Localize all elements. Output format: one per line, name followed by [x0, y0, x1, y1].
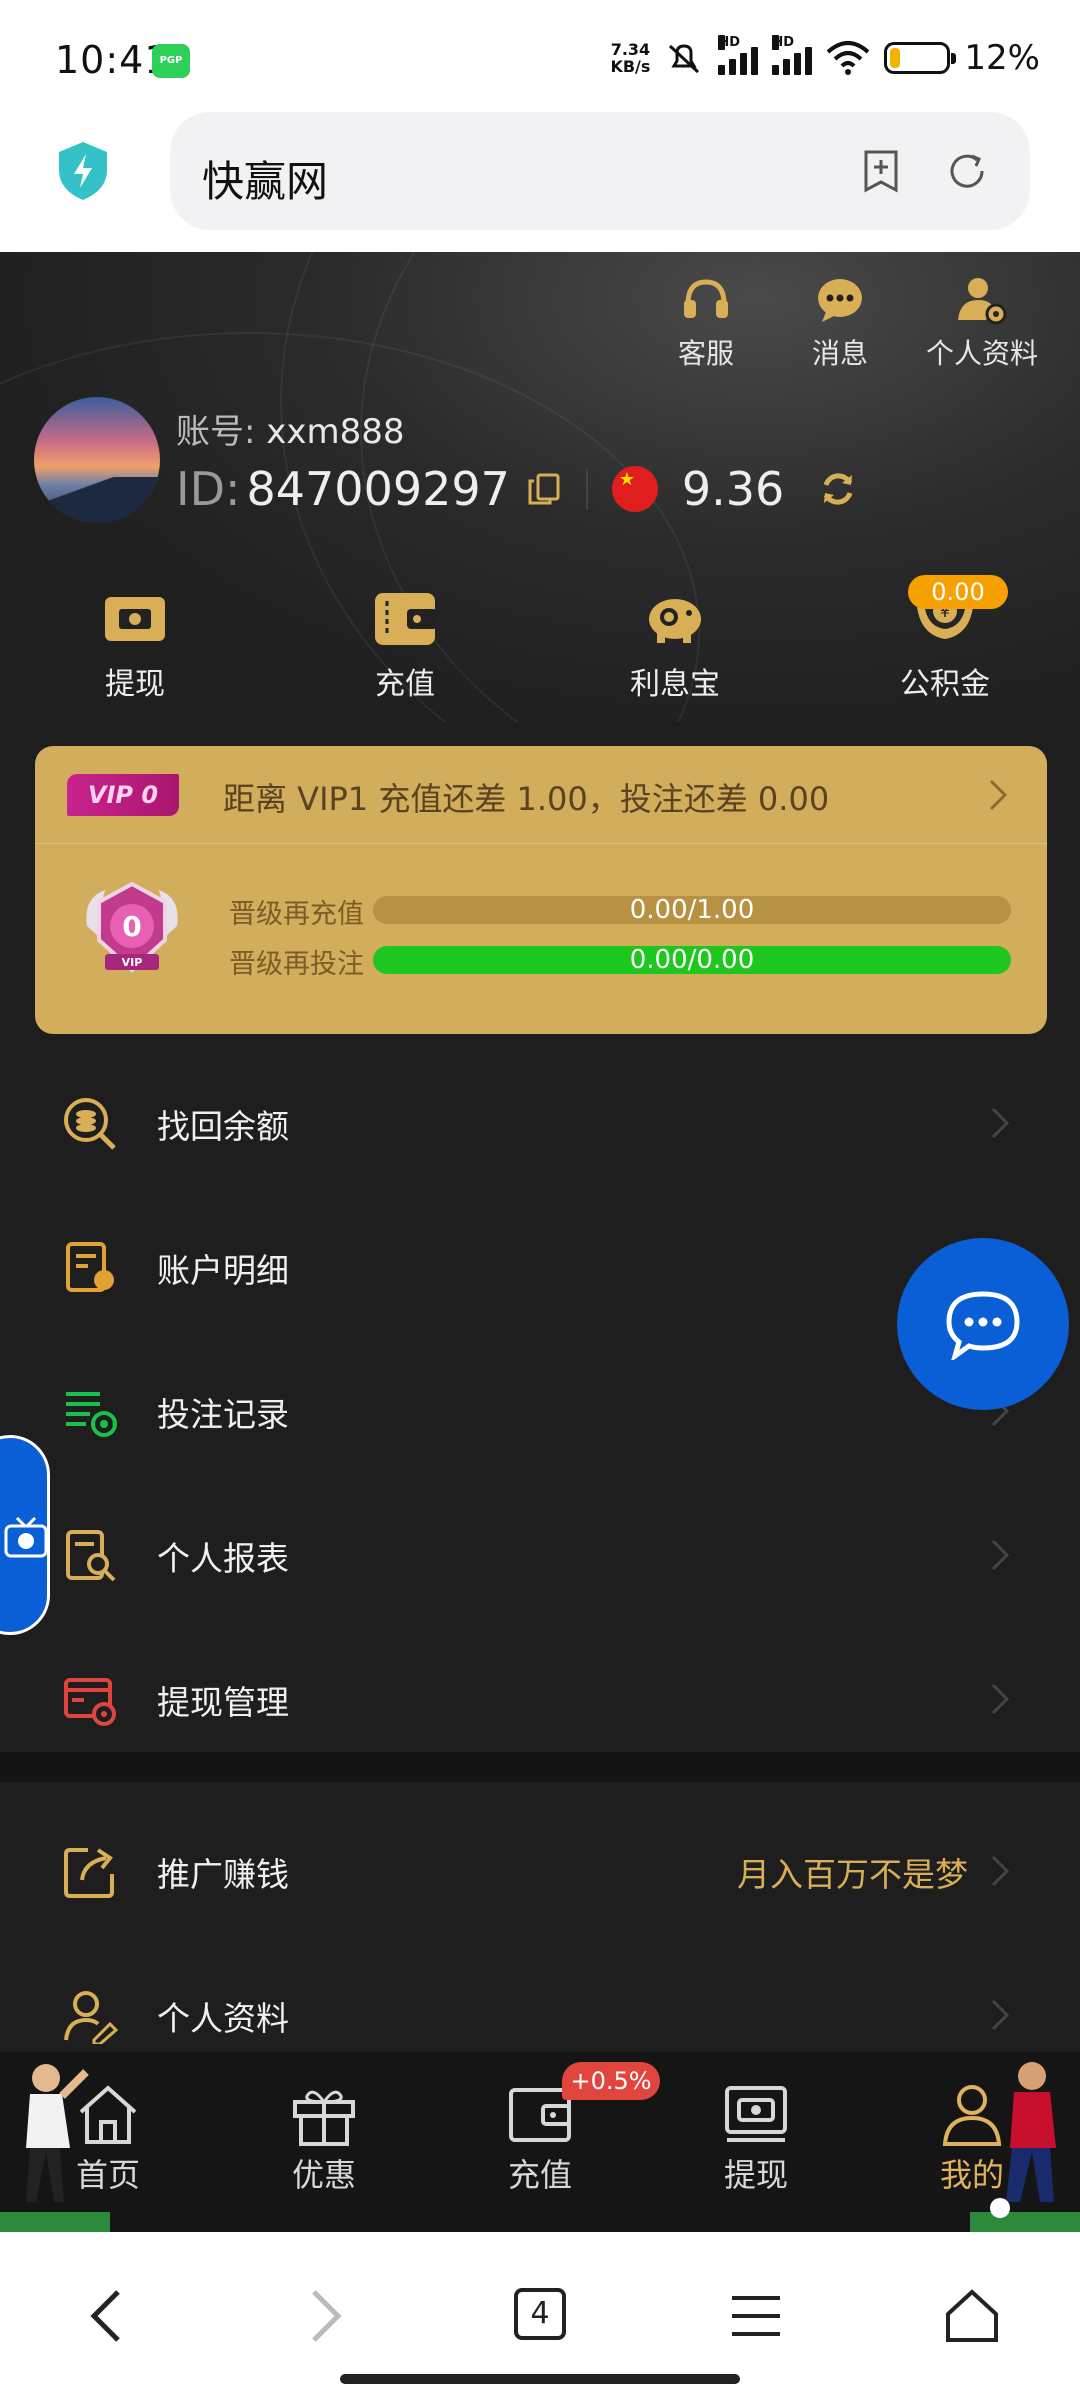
- vip-level-tag: VIP 0: [67, 774, 179, 816]
- balance-amount: 9.36: [681, 462, 785, 516]
- wallet-icon: [375, 593, 437, 645]
- back-arrow-icon[interactable]: [86, 2288, 126, 2344]
- bet-progress-text: 0.00/0.00: [629, 946, 755, 974]
- signal-icon-2: HD: [772, 35, 813, 75]
- url-title: 快赢网: [202, 157, 329, 206]
- profile-header: 客服 消息 个人资料 账号: xxm888 ID: 847009297 ★ 9.…: [0, 252, 1080, 722]
- vip-summary-row[interactable]: VIP 0 距离 VIP1 充值还差 1.00，投注还差 0.00: [35, 746, 1047, 844]
- app-notification-badge: PGP: [152, 44, 190, 78]
- report-search-icon: [66, 1530, 116, 1582]
- live-chat-button[interactable]: [897, 1238, 1069, 1410]
- withdraw-quick-button[interactable]: 提现: [0, 587, 270, 703]
- copy-icon[interactable]: [526, 471, 562, 507]
- recharge-progress-bar: 0.00/1.00: [373, 896, 1011, 924]
- headset-icon: [684, 279, 728, 318]
- bottom-tab-bar: 首页 优惠 充值 +0.5% 提现 我的: [0, 2052, 1080, 2232]
- home-indicator: [340, 2374, 740, 2384]
- recharge-bonus-badge: +0.5%: [562, 2062, 660, 2100]
- interest-treasure-button[interactable]: 利息宝: [540, 587, 810, 703]
- security-shield-icon[interactable]: [55, 140, 111, 202]
- withdraw-icon: [105, 597, 165, 641]
- share-icon: [64, 1848, 114, 1898]
- page-content: 客服 消息 个人资料 账号: xxm888 ID: 847009297 ★ 9.…: [0, 252, 1080, 2052]
- account-name: xxm888: [266, 412, 405, 452]
- piggy-bank-icon: [649, 599, 701, 643]
- menu-item-withdraw-management[interactable]: 提现管理: [0, 1626, 1080, 1770]
- side-float-tab[interactable]: [0, 1435, 50, 1635]
- home-icon: [79, 2085, 137, 2144]
- menu-item-recover-balance[interactable]: 找回余额: [0, 1050, 1080, 1194]
- message-icon: [818, 279, 862, 322]
- divider: [585, 469, 588, 509]
- avatar[interactable]: [34, 397, 160, 523]
- forward-arrow-icon[interactable]: [306, 2288, 346, 2344]
- withdraw-manage-icon: [64, 1678, 116, 1726]
- add-bookmark-icon[interactable]: [858, 148, 904, 194]
- withdraw-icon: [725, 2086, 787, 2142]
- id-label: ID:: [176, 462, 241, 516]
- bet-progress-bar: 0.00/0.00: [373, 946, 1011, 974]
- tab-withdraw[interactable]: 提现: [686, 2082, 826, 2196]
- battery-icon: [884, 42, 957, 74]
- chevron-right-icon: [991, 1999, 1010, 2031]
- vip-badge-text: VIP: [122, 956, 143, 969]
- bet-record-icon: [66, 1392, 117, 1437]
- gift-icon: [293, 2090, 355, 2146]
- battery-percent: 12%: [964, 38, 1040, 78]
- vip-progress-card[interactable]: VIP 0 距离 VIP1 充值还差 1.00，投注还差 0.00 0 VIP …: [35, 746, 1047, 1034]
- section-divider: [0, 1752, 1080, 1782]
- header-actions: 客服 消息 个人资料: [656, 274, 1040, 372]
- menu-icon[interactable]: [730, 2288, 782, 2344]
- messages-button[interactable]: 消息: [790, 274, 890, 372]
- vip-level-badge: 0 VIP: [86, 881, 178, 973]
- reload-icon[interactable]: [944, 148, 990, 194]
- menu-item-promote-earn[interactable]: 推广赚钱 月入百万不是梦: [0, 1798, 1080, 1942]
- status-bar: 10:41 PGP 7.34 KB/s HD HD 12%: [0, 0, 1080, 112]
- user-settings-icon: [958, 278, 1007, 325]
- profile-info-button[interactable]: 个人资料: [924, 274, 1040, 372]
- signal-icon: HD: [718, 35, 759, 75]
- home-page-icon[interactable]: [944, 2288, 1000, 2344]
- wifi-icon: [827, 41, 870, 75]
- tab-mine[interactable]: 我的: [902, 2082, 1042, 2196]
- search-coin-icon: [64, 1098, 116, 1150]
- bet-progress-label: 晋级再投注: [229, 949, 364, 980]
- chevron-right-icon: [991, 1107, 1010, 1139]
- promo-slogan: 月入百万不是梦: [737, 1855, 968, 1894]
- chevron-right-icon: [991, 1855, 1010, 1887]
- account-line: 账号: xxm888: [176, 412, 405, 452]
- profile-edit-icon: [64, 1991, 118, 2044]
- url-bar[interactable]: 快赢网: [170, 112, 1030, 230]
- chat-bubble-icon: [946, 1291, 1020, 1360]
- chevron-right-icon: [989, 779, 1008, 811]
- vip-summary-text: 距离 VIP1 充值还差 1.00，投注还差 0.00: [223, 780, 830, 818]
- tab-promotions[interactable]: 优惠: [254, 2082, 394, 2196]
- recharge-quick-button[interactable]: 充值: [270, 587, 540, 703]
- provident-fund-button[interactable]: 0.00 ¥ 公积金: [810, 575, 1080, 703]
- vip-level-number: 0: [122, 910, 141, 943]
- user-icon: [942, 2085, 1002, 2146]
- china-flag-icon: [611, 466, 658, 512]
- menu-item-personal-report[interactable]: 个人报表: [0, 1482, 1080, 1626]
- chevron-right-icon: [991, 1683, 1010, 1715]
- browser-address-area: 快赢网: [0, 112, 1080, 252]
- mute-bell-icon: [669, 44, 700, 74]
- refresh-balance-icon[interactable]: [818, 469, 858, 509]
- quick-actions: 提现 充值 利息宝 0.00 ¥ 公积金: [0, 575, 1080, 703]
- chevron-right-icon: [991, 1539, 1010, 1571]
- customer-service-button[interactable]: 客服: [656, 274, 756, 372]
- fund-badge: 0.00: [908, 575, 1008, 609]
- network-speed: 7.34 KB/s: [610, 40, 651, 76]
- tabs-count: 4: [530, 2296, 550, 2331]
- user-id: 847009297: [246, 462, 510, 516]
- recharge-progress-text: 0.00/1.00: [629, 896, 755, 924]
- recharge-progress-label: 晋级再充值: [229, 899, 364, 930]
- tab-home[interactable]: 首页: [38, 2082, 178, 2196]
- id-balance-row: ID: 847009297 9.36: [176, 462, 858, 516]
- tabs-count-button[interactable]: 4: [514, 2288, 566, 2340]
- browser-navigation-bar: 4: [0, 2232, 1080, 2400]
- account-detail-icon: [66, 1242, 114, 1292]
- tv-icon: [4, 1516, 48, 1558]
- status-indicators: 7.34 KB/s HD HD 12%: [610, 35, 1040, 78]
